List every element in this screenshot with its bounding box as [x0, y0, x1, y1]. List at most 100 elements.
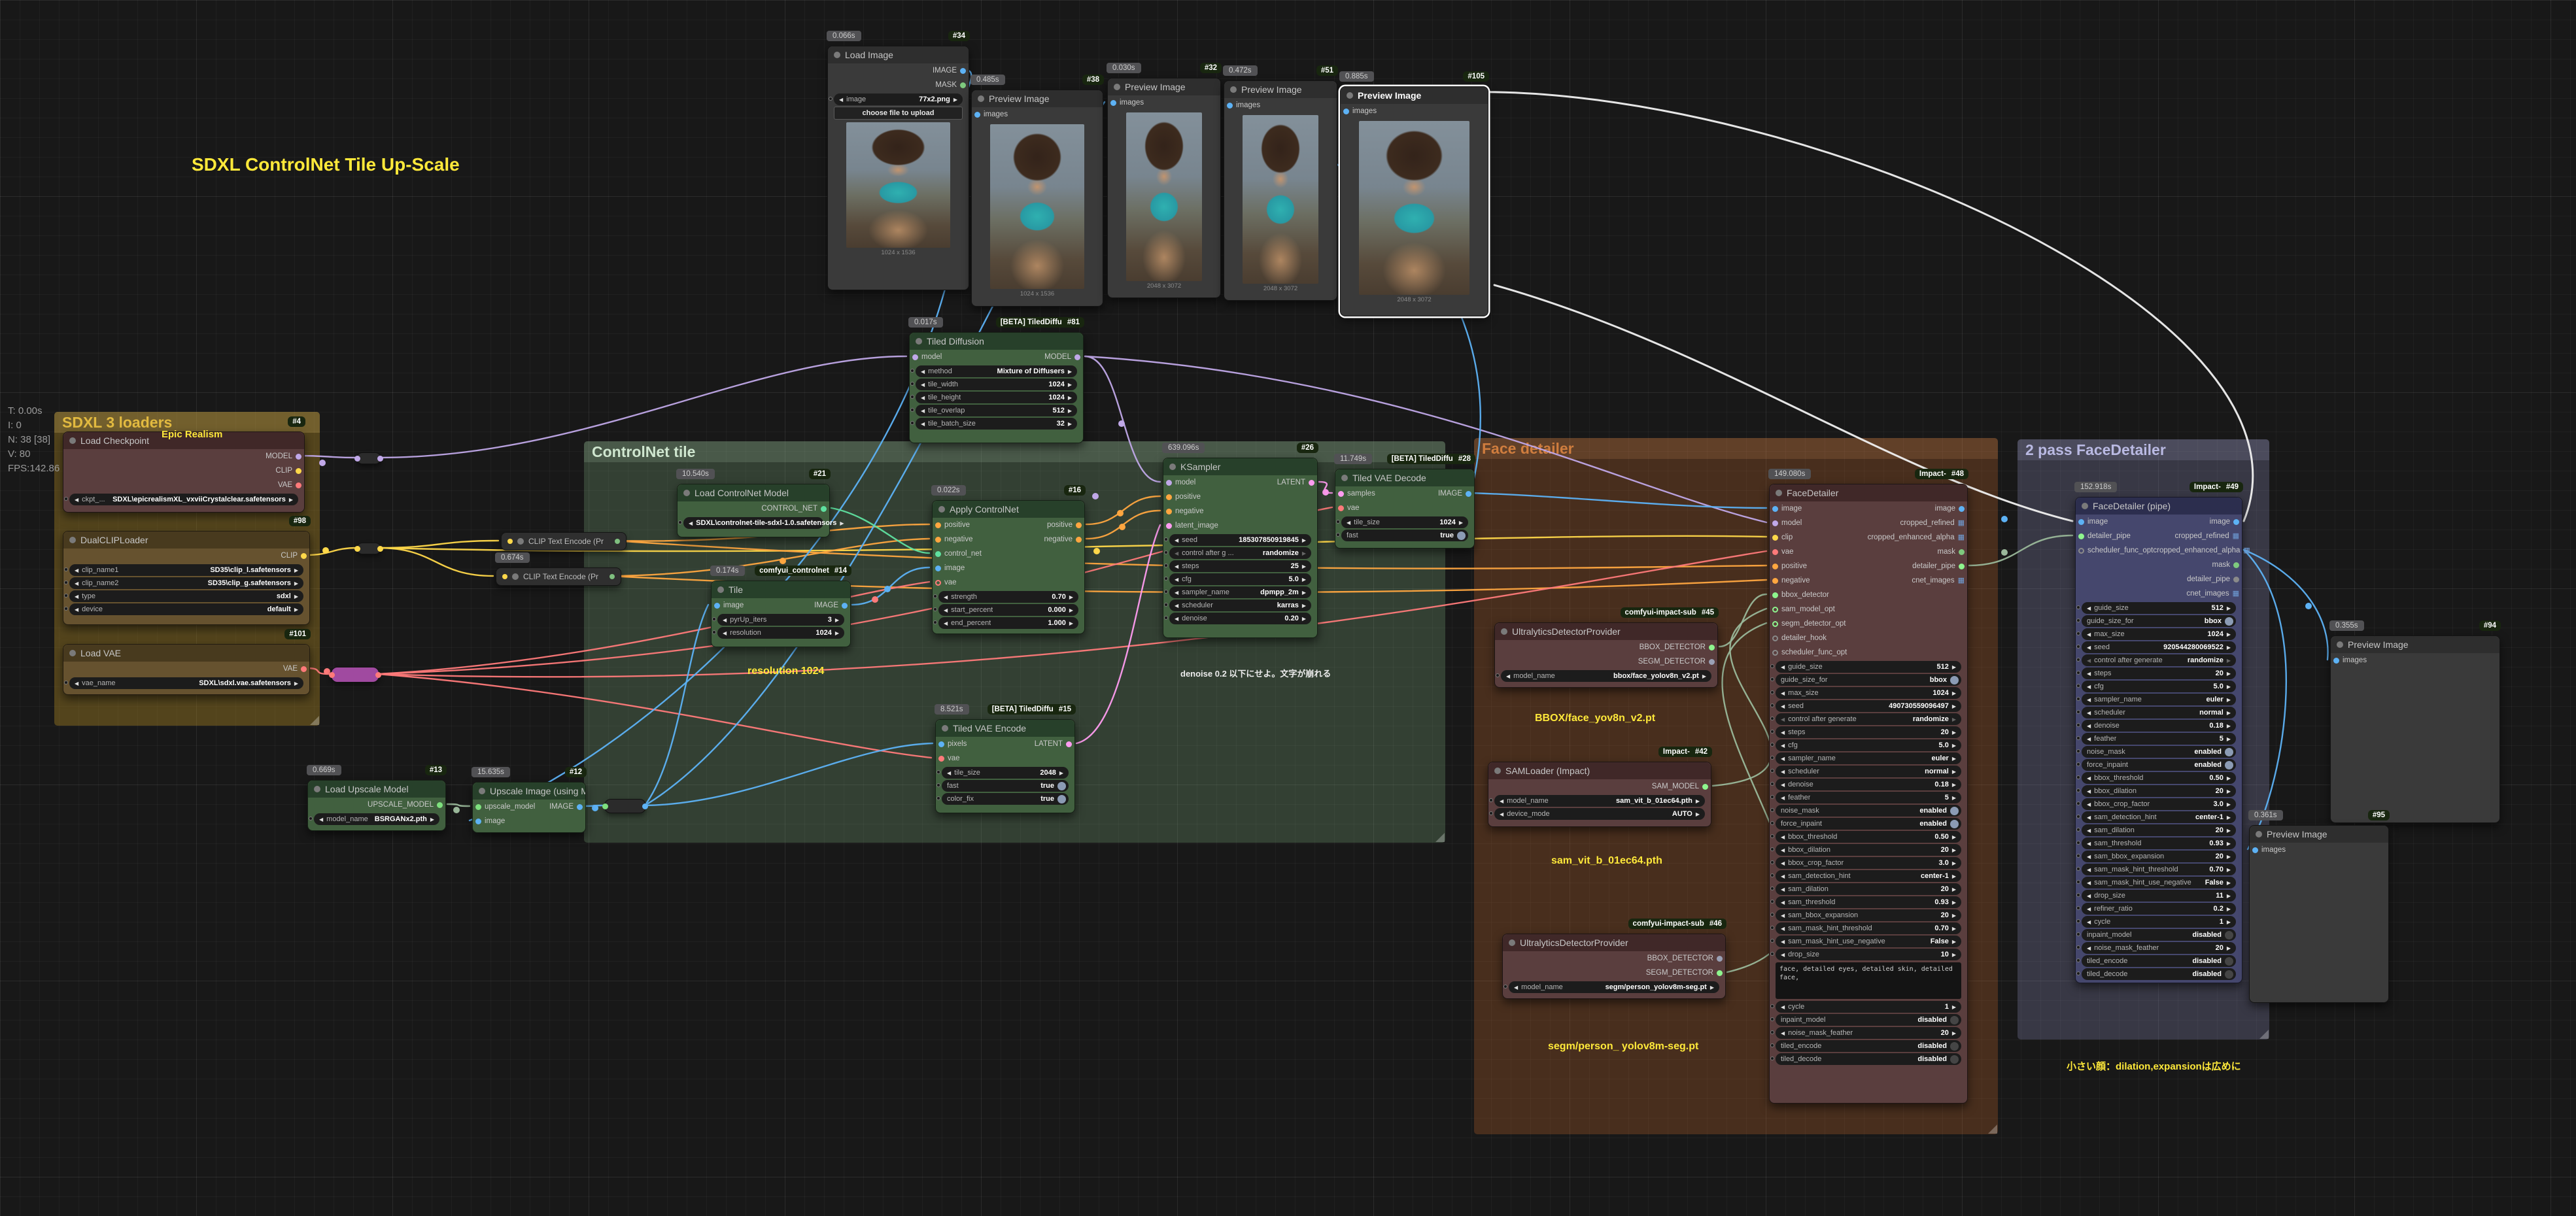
widget-inpaint_model[interactable]: inpaint_modeldisabled — [1776, 1014, 1961, 1026]
increment-arrow-icon[interactable]: ▶ — [1952, 926, 1956, 932]
decrement-arrow-icon[interactable]: ◀ — [944, 620, 948, 626]
decrement-arrow-icon[interactable]: ◀ — [1175, 603, 1178, 609]
increment-arrow-icon[interactable]: ▶ — [1068, 395, 1072, 401]
increment-arrow-icon[interactable]: ▶ — [430, 817, 434, 822]
decrement-arrow-icon[interactable]: ◀ — [2087, 671, 2091, 677]
slot-dot[interactable]: ▦ — [2233, 591, 2239, 597]
increment-arrow-icon[interactable]: ▶ — [1952, 913, 1956, 919]
widget-max_size[interactable]: ◀max_size1024▶ — [2082, 628, 2236, 640]
collapse-dot-icon[interactable] — [942, 725, 948, 732]
widget-bbox_dilation[interactable]: ◀bbox_dilation20▶ — [2082, 785, 2236, 797]
collapse-dot-icon[interactable] — [1114, 84, 1120, 90]
increment-arrow-icon[interactable]: ▶ — [2227, 802, 2231, 807]
decrement-arrow-icon[interactable]: ◀ — [2087, 658, 2091, 664]
increment-arrow-icon[interactable]: ▶ — [294, 681, 298, 686]
slot-dot[interactable] — [2252, 847, 2258, 853]
widget-tiled_decode[interactable]: tiled_decodedisabled — [1776, 1053, 1961, 1065]
collapse-dot-icon[interactable] — [314, 786, 320, 792]
increment-arrow-icon[interactable]: ▶ — [2227, 854, 2231, 860]
slot-dot[interactable] — [1772, 564, 1778, 569]
node-facedetailer-48[interactable]: 149.080sImpact-#48FaceDetailerimageimage… — [1769, 484, 1968, 1104]
collapse-dot-icon[interactable] — [1230, 86, 1237, 93]
decrement-arrow-icon[interactable]: ◀ — [1781, 887, 1785, 892]
widget-fast[interactable]: fasttrue — [1341, 530, 1468, 541]
increment-arrow-icon[interactable]: ▶ — [1059, 770, 1063, 776]
widget-model_name[interactable]: ◀model_namebbox/face_yolov8n_v2.pt▶ — [1501, 670, 1711, 682]
widget-denoise[interactable]: ◀denoise0.20▶ — [1169, 613, 1311, 624]
widget-feather[interactable]: ◀feather5▶ — [2082, 733, 2236, 745]
decrement-arrow-icon[interactable]: ◀ — [2087, 906, 2091, 912]
widget-control-after-generate[interactable]: ◀control after generaterandomize▶ — [1776, 713, 1961, 725]
node-header[interactable]: Load VAE — [63, 645, 309, 662]
slot-dot[interactable] — [1074, 354, 1080, 360]
toggle-knob[interactable] — [2225, 761, 2233, 769]
increment-arrow-icon[interactable]: ▶ — [1302, 590, 1306, 596]
collapse-dot-icon[interactable] — [1509, 939, 1515, 946]
increment-arrow-icon[interactable]: ▶ — [1068, 369, 1072, 375]
widget-resolution[interactable]: ◀resolution1024▶ — [717, 627, 844, 639]
decrement-arrow-icon[interactable]: ◀ — [1506, 673, 1510, 679]
decrement-arrow-icon[interactable]: ◀ — [947, 770, 951, 776]
increment-arrow-icon[interactable]: ▶ — [1952, 664, 1956, 670]
widget-sam_mask_hint_threshold[interactable]: ◀sam_mask_hint_threshold0.70▶ — [1776, 922, 1961, 934]
node-header[interactable]: Preview Image — [2250, 826, 2388, 843]
increment-arrow-icon[interactable]: ▶ — [1952, 887, 1956, 892]
increment-arrow-icon[interactable]: ▶ — [1068, 408, 1072, 414]
collapse-dot-icon[interactable] — [916, 338, 922, 345]
node-dualcliploader-98[interactable]: #98DualCLIPLoaderCLIP◀clip_name1SD35\cli… — [63, 531, 310, 625]
node-load-vae-101[interactable]: #101Load VAEVAE◀vae_nameSDXL\sdxl.vae.sa… — [63, 644, 310, 695]
slot-dot[interactable] — [475, 819, 481, 824]
increment-arrow-icon[interactable]: ▶ — [1302, 550, 1306, 556]
widget-bbox_threshold[interactable]: ◀bbox_threshold0.50▶ — [1776, 831, 1961, 843]
toggle-knob[interactable] — [1057, 782, 1066, 790]
slot-dot[interactable] — [475, 804, 481, 810]
increment-arrow-icon[interactable]: ▶ — [1068, 382, 1072, 388]
widget-tile_batch_size[interactable]: ◀tile_batch_size32▶ — [916, 418, 1077, 430]
increment-arrow-icon[interactable]: ▶ — [2227, 815, 2231, 820]
output-slot-dot[interactable] — [377, 546, 383, 552]
slot-dot[interactable] — [714, 603, 720, 609]
widget-drop_size[interactable]: ◀drop_size10▶ — [1776, 949, 1961, 960]
wildcard-text-input[interactable]: face, detailed eyes, detailed skin, deta… — [1776, 962, 1961, 999]
output-slot-dot[interactable] — [375, 672, 381, 678]
slot-dot[interactable] — [301, 666, 307, 672]
decrement-arrow-icon[interactable]: ◀ — [1175, 564, 1178, 569]
input-slot-dot[interactable] — [602, 803, 608, 809]
node-reroute-model[interactable] — [356, 452, 381, 464]
slot-dot[interactable] — [1338, 505, 1344, 511]
node-apply-controlnet-16[interactable]: 0.022s#16Apply ControlNetpositivepositiv… — [932, 500, 1085, 634]
increment-arrow-icon[interactable]: ▶ — [2227, 919, 2231, 925]
node-header[interactable]: UltralyticsDetectorProvider — [1503, 934, 1725, 951]
increment-arrow-icon[interactable]: ▶ — [294, 567, 298, 573]
increment-arrow-icon[interactable]: ▶ — [1952, 756, 1956, 762]
increment-arrow-icon[interactable]: ▶ — [1068, 421, 1072, 427]
toggle-knob[interactable] — [1950, 1016, 1959, 1024]
slot-dot[interactable] — [1166, 494, 1172, 500]
decrement-arrow-icon[interactable]: ◀ — [1514, 985, 1518, 990]
node-ksampler-26[interactable]: 639.096s#26KSamplermodelLATENTpositivene… — [1163, 458, 1318, 638]
toggle-knob[interactable] — [1057, 795, 1066, 803]
decrement-arrow-icon[interactable]: ◀ — [2087, 605, 2091, 611]
decrement-arrow-icon[interactable]: ◀ — [2087, 775, 2091, 781]
increment-arrow-icon[interactable]: ▶ — [1952, 690, 1956, 696]
collapse-dot-icon[interactable] — [834, 52, 840, 58]
decrement-arrow-icon[interactable]: ◀ — [1175, 550, 1178, 556]
node-preview-image-32[interactable]: 0.030s#32Preview Imageimages2048 x 3072 — [1107, 78, 1221, 298]
decrement-arrow-icon[interactable]: ◀ — [2087, 736, 2091, 742]
decrement-arrow-icon[interactable]: ◀ — [1781, 717, 1785, 722]
slot-dot[interactable]: ▦ — [2233, 533, 2239, 539]
slot-dot[interactable] — [842, 603, 848, 609]
collapse-dot-icon[interactable] — [2256, 831, 2262, 837]
decrement-arrow-icon[interactable]: ◀ — [1781, 860, 1785, 866]
widget-model_name[interactable]: ◀model_namesam_vit_b_01ec64.pth▶ — [1494, 795, 1705, 807]
decrement-arrow-icon[interactable]: ◀ — [1781, 782, 1785, 788]
decrement-arrow-icon[interactable]: ◀ — [1781, 703, 1785, 709]
decrement-arrow-icon[interactable]: ◀ — [2087, 867, 2091, 873]
node-header[interactable]: Tiled Diffusion — [910, 333, 1083, 350]
increment-arrow-icon[interactable]: ▶ — [1952, 952, 1956, 958]
increment-arrow-icon[interactable]: ▶ — [1952, 939, 1956, 945]
collapse-dot-icon[interactable] — [517, 538, 524, 545]
widget-tile_width[interactable]: ◀tile_width1024▶ — [916, 379, 1077, 390]
decrement-arrow-icon[interactable]: ◀ — [1781, 730, 1785, 735]
increment-arrow-icon[interactable]: ▶ — [1952, 847, 1956, 853]
